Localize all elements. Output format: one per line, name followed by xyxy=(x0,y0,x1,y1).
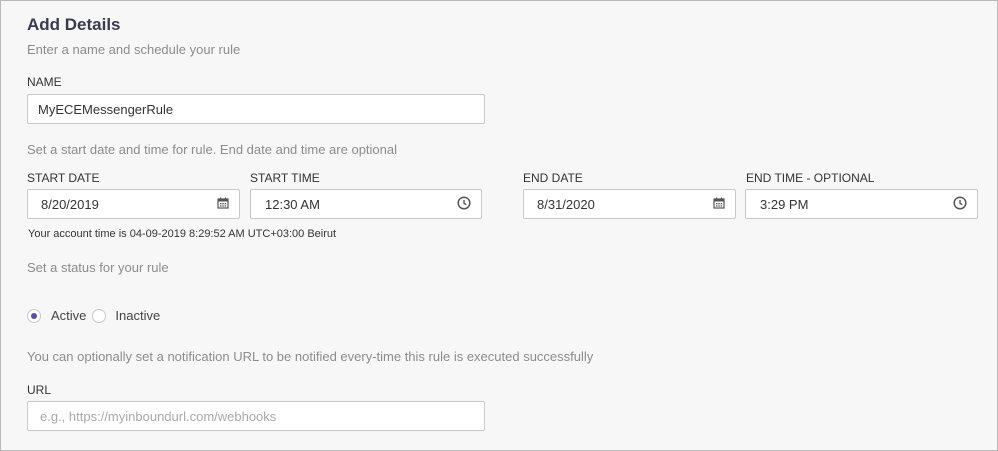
add-details-panel: Add Details Enter a name and schedule yo… xyxy=(0,0,998,451)
radio-active-label[interactable]: Active xyxy=(51,308,86,323)
end-date-label: END DATE xyxy=(523,171,583,185)
end-date-input[interactable]: 8/31/2020 xyxy=(523,189,736,219)
clock-icon[interactable] xyxy=(457,195,471,213)
url-label: URL xyxy=(27,383,52,397)
schedule-hint: Set a start date and time for rule. End … xyxy=(27,142,397,157)
radio-inactive-label[interactable]: Inactive xyxy=(115,308,160,323)
start-time-label: START TIME xyxy=(250,171,320,185)
page-title: Add Details xyxy=(27,15,121,34)
start-date-label: START DATE xyxy=(27,171,100,185)
url-input-placeholder: e.g., https://myinboundurl.com/webhooks xyxy=(40,408,277,424)
status-radio-group: Active Inactive xyxy=(27,308,160,323)
radio-inactive[interactable] xyxy=(92,308,107,323)
radio-active[interactable] xyxy=(27,308,41,323)
page-subtitle: Enter a name and schedule your rule xyxy=(27,42,241,57)
start-time-input[interactable]: 12:30 AM xyxy=(250,189,482,219)
name-input[interactable]: MyECEMessengerRule xyxy=(27,94,485,124)
status-hint: Set a status for your rule xyxy=(27,260,169,275)
start-time-value: 12:30 AM xyxy=(265,196,320,212)
account-time-note: Your account time is 04-09-2019 8:29:52 … xyxy=(28,228,337,240)
start-date-input[interactable]: 8/20/2019 xyxy=(27,189,240,219)
end-date-value: 8/31/2020 xyxy=(537,196,595,212)
end-time-label: END TIME - OPTIONAL xyxy=(746,171,875,185)
end-time-input[interactable]: 3:29 PM xyxy=(745,189,978,219)
clock-icon[interactable] xyxy=(953,195,967,213)
url-input[interactable]: e.g., https://myinboundurl.com/webhooks xyxy=(27,401,485,431)
url-hint: You can optionally set a notification UR… xyxy=(27,349,594,364)
end-time-value: 3:29 PM xyxy=(760,196,809,212)
start-date-value: 8/20/2019 xyxy=(41,196,99,212)
name-input-value: MyECEMessengerRule xyxy=(38,101,174,117)
calendar-icon[interactable] xyxy=(713,197,725,212)
name-label: NAME xyxy=(27,75,62,89)
calendar-icon[interactable] xyxy=(217,197,229,212)
